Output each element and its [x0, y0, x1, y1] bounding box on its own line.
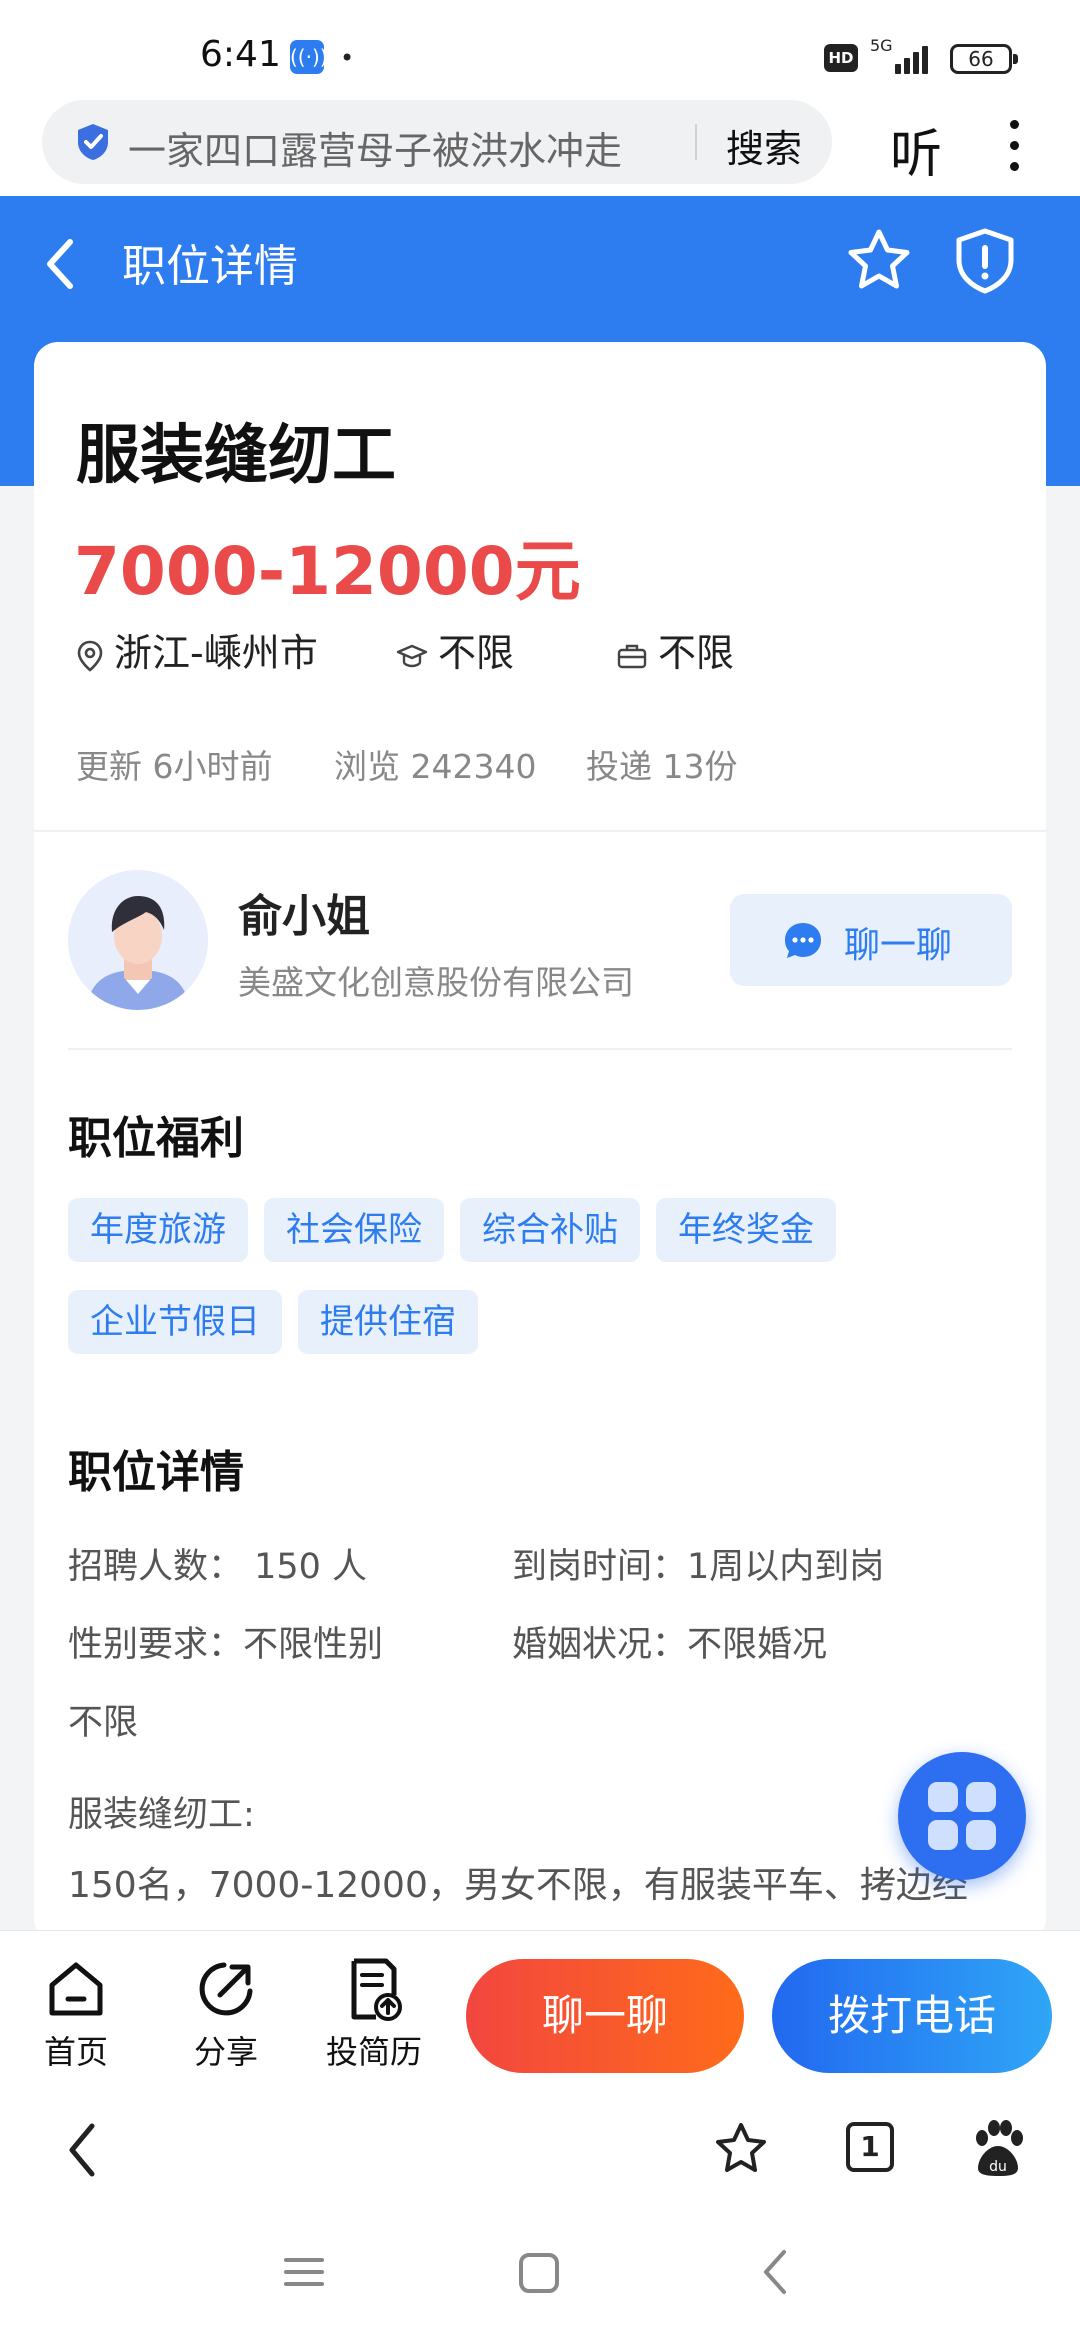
resume-upload-icon	[351, 1958, 402, 2021]
search-query-text: 一家四口露营母子被洪水冲走	[128, 129, 623, 173]
favorite-star-icon[interactable]	[844, 226, 914, 296]
salary: 7000-12000元	[74, 533, 581, 610]
more-menu-icon[interactable]	[1004, 116, 1024, 176]
benefit-tag: 年终奖金	[656, 1198, 836, 1262]
home-button[interactable]: 首页	[16, 1957, 136, 2073]
divider	[34, 830, 1046, 832]
other-requirement: 不限	[68, 1703, 139, 1743]
company-name[interactable]: 美盛文化创意股份有限公司	[238, 956, 634, 1004]
view-count: 浏览 242340	[334, 747, 537, 786]
signal-icon	[895, 42, 937, 74]
search-input[interactable]: 一家四口露营母子被洪水冲走 搜索	[42, 100, 832, 184]
share-icon	[199, 1962, 253, 2016]
status-dot: •	[340, 44, 355, 72]
search-divider	[695, 124, 697, 160]
battery-icon: 66	[950, 44, 1018, 74]
benefit-tag: 综合补贴	[460, 1198, 640, 1262]
gender-requirement: 性别要求：不限性别	[68, 1625, 384, 1665]
description-heading: 服装缝纫工:	[68, 1795, 255, 1835]
apps-floating-button[interactable]	[898, 1752, 1026, 1880]
network-type: 5G	[870, 36, 893, 55]
experience-item: 不限	[616, 622, 734, 677]
benefits-title: 职位福利	[68, 1113, 244, 1164]
updated-time: 更新 6小时前	[76, 747, 273, 786]
recruiter-name: 俞小姐	[238, 891, 370, 942]
briefcase-icon	[617, 644, 647, 668]
recruiter-avatar-illustration	[68, 870, 208, 1010]
benefit-tag: 企业节假日	[68, 1290, 282, 1354]
avatar	[68, 870, 208, 1010]
recent-apps-icon[interactable]	[282, 2252, 326, 2292]
start-time: 到岗时间：1周以内到岗	[512, 1547, 885, 1587]
location-text: 浙江-嵊州市	[114, 631, 318, 675]
details-title: 职位详情	[68, 1447, 244, 1498]
baidu-paw-icon[interactable]: du	[970, 2118, 1026, 2178]
home-icon	[49, 1962, 103, 2016]
description-text: 150名，7000-12000，男女不限，有服装平车、拷边经	[68, 1865, 968, 1906]
browser-back-icon[interactable]	[62, 2120, 102, 2180]
bookmark-star-icon[interactable]	[712, 2120, 770, 2178]
bottom-action-bar: 首页 分享 投简历 聊一聊 拨打电话	[0, 1930, 1080, 2090]
svg-text:du: du	[989, 2159, 1007, 2175]
recruiter-row: 俞小姐 美盛文化创意股份有限公司 聊一聊	[34, 870, 1046, 1050]
search-button[interactable]: 搜索	[726, 118, 802, 173]
chat-button-label: 聊一聊	[844, 925, 953, 966]
share-label: 分享	[193, 2033, 258, 2071]
back-arrow-icon[interactable]	[40, 234, 80, 294]
tabs-count-button[interactable]: 1	[846, 2122, 894, 2172]
home-square-icon[interactable]	[518, 2252, 560, 2294]
chat-button[interactable]: 聊一聊	[730, 894, 1012, 986]
location-item: 浙江-嵊州市	[76, 622, 318, 677]
application-count: 投递 13份	[586, 747, 738, 786]
system-nav-bar	[0, 2210, 1080, 2340]
education-item: 不限	[396, 622, 514, 677]
chat-bubble-icon	[785, 923, 821, 958]
benefit-tag: 年度旅游	[68, 1198, 248, 1262]
report-shield-icon[interactable]	[952, 226, 1018, 296]
call-button[interactable]: 拨打电话	[772, 1959, 1052, 2073]
graduation-cap-icon	[396, 644, 428, 667]
headcount: 招聘人数： 150 人	[68, 1547, 368, 1587]
status-time: 6:41	[200, 34, 281, 75]
benefit-tag: 社会保险	[264, 1198, 444, 1262]
hd-icon: HD	[824, 44, 858, 72]
education-text: 不限	[438, 631, 515, 675]
submit-resume-button[interactable]: 投简历	[314, 1957, 434, 2073]
home-label: 首页	[43, 2033, 108, 2071]
system-back-icon[interactable]	[758, 2248, 792, 2296]
hotspot-icon: ((·))	[290, 40, 328, 74]
browser-toolbar: 1 du	[0, 2090, 1080, 2210]
listen-button[interactable]: 听	[890, 112, 942, 187]
chat-now-button[interactable]: 聊一聊	[466, 1959, 744, 2073]
job-card: 服装缝纫工 7000-12000元 浙江-嵊州市 不限 不限 更新 6小时前 浏…	[34, 342, 1046, 1942]
page-title: 职位详情	[122, 241, 298, 292]
benefit-tag: 提供住宿	[298, 1290, 478, 1354]
job-title: 服装缝纫工	[76, 419, 396, 493]
browser-search-row: 一家四口露营母子被洪水冲走 搜索 听	[0, 100, 1080, 196]
location-pin-icon	[77, 640, 103, 672]
marital-status: 婚姻状况：不限婚况	[512, 1625, 828, 1665]
experience-text: 不限	[658, 631, 735, 675]
share-button[interactable]: 分享	[166, 1957, 286, 2073]
shield-check-icon	[78, 124, 108, 160]
status-bar: 6:41 ((·)) • HD 5G 66	[0, 0, 1080, 100]
resume-label: 投简历	[325, 2033, 422, 2071]
